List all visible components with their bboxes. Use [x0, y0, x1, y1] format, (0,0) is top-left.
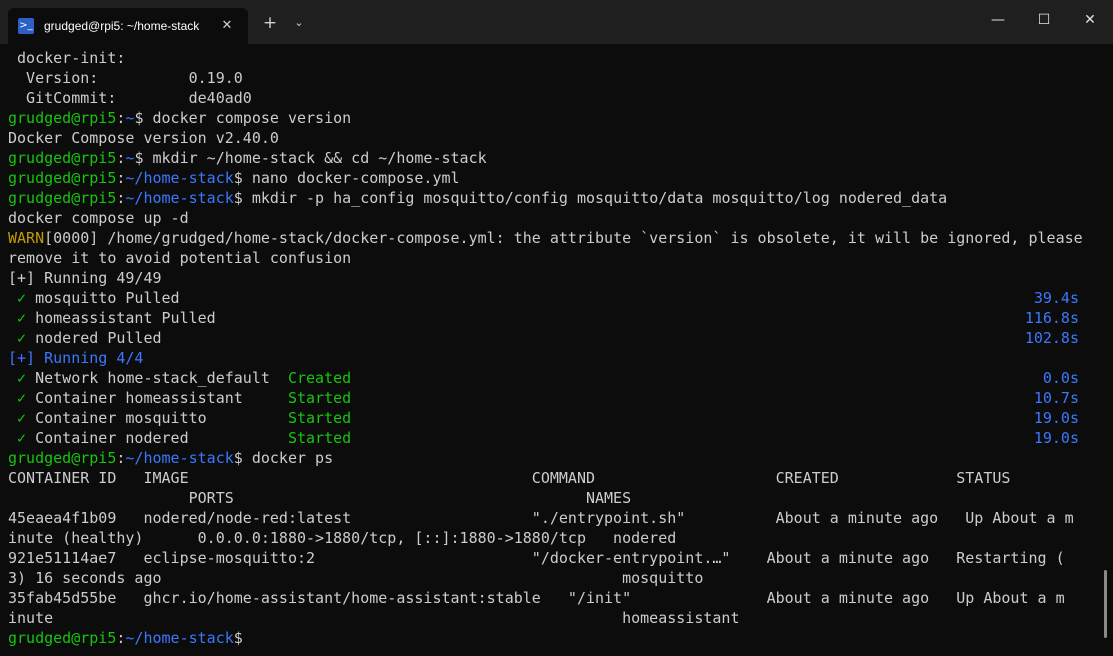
duration: 102.8s [1024, 329, 1079, 347]
tab-close-icon[interactable]: ✕ [218, 17, 236, 35]
ps-header: CONTAINER ID IMAGE COMMAND CREATED STATU… [8, 469, 1011, 487]
pull-line: ✓ homeassistant Pulled [8, 309, 216, 327]
pull-line: ✓ mosquitto Pulled [8, 289, 180, 307]
output-line: remove it to avoid potential confusion [8, 249, 352, 267]
start-line: ✓ Container nodered Started [8, 429, 352, 447]
duration: 0.0s [1042, 369, 1079, 387]
duration: 19.0s [1033, 429, 1079, 447]
prompt-line: grudged@rpi5:~$ docker compose version [8, 109, 352, 127]
duration: 39.4s [1033, 289, 1079, 307]
command-text: mkdir ~/home-stack && cd ~/home-stack [152, 149, 487, 167]
check-icon: ✓ [8, 329, 27, 347]
prompt-line: grudged@rpi5:~$ mkdir ~/home-stack && cd… [8, 149, 487, 167]
terminal-icon: >_ [18, 18, 34, 34]
status-text: Started [287, 389, 352, 407]
prompt-path: ~/home-stack [125, 629, 234, 647]
prompt-user: grudged@rpi5 [8, 169, 117, 187]
output-line: Version: 0.19.0 [8, 69, 243, 87]
status-text: Started [287, 409, 352, 427]
ps-row: inute homeassistant [8, 609, 740, 627]
start-line: ✓ Container homeassistant Started [8, 389, 352, 407]
check-icon: ✓ [8, 389, 27, 407]
prompt-line: grudged@rpi5:~/home-stack$ [8, 629, 252, 647]
status-text: Started [287, 429, 352, 447]
ps-row: 45eaea4f1b09 nodered/node-red:latest "./… [8, 509, 1074, 527]
title-bar: >_ grudged@rpi5: ~/home-stack ✕ + ⌄ — ☐ … [0, 0, 1113, 44]
check-icon: ✓ [8, 289, 27, 307]
tab-title: grudged@rpi5: ~/home-stack [44, 19, 200, 33]
check-icon: ✓ [8, 369, 27, 387]
close-button[interactable]: ✕ [1067, 0, 1113, 40]
maximize-button[interactable]: ☐ [1021, 0, 1067, 40]
prompt-user: grudged@rpi5 [8, 149, 117, 167]
start-line: ✓ Container mosquitto Started [8, 409, 352, 427]
ps-row: 921e51114ae7 eclipse-mosquitto:2 "/docke… [8, 549, 1065, 567]
duration: 10.7s [1033, 389, 1079, 407]
check-icon: ✓ [8, 409, 27, 427]
scrollbar[interactable] [1104, 570, 1107, 638]
status-text: Created [287, 369, 352, 387]
duration: 116.8s [1024, 309, 1079, 327]
pull-line: ✓ nodered Pulled [8, 329, 162, 347]
command-text: docker compose version [152, 109, 352, 127]
prompt-line: grudged@rpi5:~/home-stack$ mkdir -p ha_c… [8, 189, 948, 207]
prompt-path: ~/home-stack [125, 189, 234, 207]
prompt-user: grudged@rpi5 [8, 449, 117, 467]
command-text: mkdir -p ha_config mosquitto/config mosq… [251, 189, 948, 207]
command-text: nano docker-compose.yml [251, 169, 460, 187]
output-line: Docker Compose version v2.40.0 [8, 129, 279, 147]
prompt-line: grudged@rpi5:~/home-stack$ nano docker-c… [8, 169, 460, 187]
warning-line: WARN[0000] /home/grudged/home-stack/dock… [8, 229, 1083, 247]
minimize-button[interactable]: — [975, 0, 1021, 40]
tab-terminal[interactable]: >_ grudged@rpi5: ~/home-stack ✕ [8, 8, 248, 44]
ps-row: inute (healthy) 0.0.0.0:1880->1880/tcp, … [8, 529, 677, 547]
duration: 19.0s [1033, 409, 1079, 427]
prompt-user: grudged@rpi5 [8, 109, 117, 127]
ps-row: 35fab45d55be ghcr.io/home-assistant/home… [8, 589, 1065, 607]
ps-row: 3) 16 seconds ago mosquitto [8, 569, 704, 587]
output-line: [+] Running 49/49 [8, 269, 162, 287]
command-text: docker ps [251, 449, 334, 467]
warn-tag: WARN [8, 229, 45, 247]
output-line: docker-init: [8, 49, 126, 67]
check-icon: ✓ [8, 309, 27, 327]
prompt-user: grudged@rpi5 [8, 189, 117, 207]
prompt-path: ~/home-stack [125, 169, 234, 187]
terminal-output[interactable]: docker-init: Version: 0.19.0 GitCommit: … [0, 44, 1113, 656]
check-icon: ✓ [8, 429, 27, 447]
prompt-user: grudged@rpi5 [8, 629, 117, 647]
start-line: ✓ Network home-stack_default Created [8, 369, 352, 387]
tab-dropdown-button[interactable]: ⌄ [289, 12, 309, 34]
running-line: [+] Running 4/4 [8, 349, 144, 367]
output-line: docker compose up -d [8, 209, 189, 227]
output-line: GitCommit: de40ad0 [8, 89, 252, 107]
new-tab-button[interactable]: + [259, 12, 281, 34]
prompt-path: ~/home-stack [125, 449, 234, 467]
prompt-line: grudged@rpi5:~/home-stack$ docker ps [8, 449, 334, 467]
ps-header: PORTS NAMES [8, 489, 632, 507]
